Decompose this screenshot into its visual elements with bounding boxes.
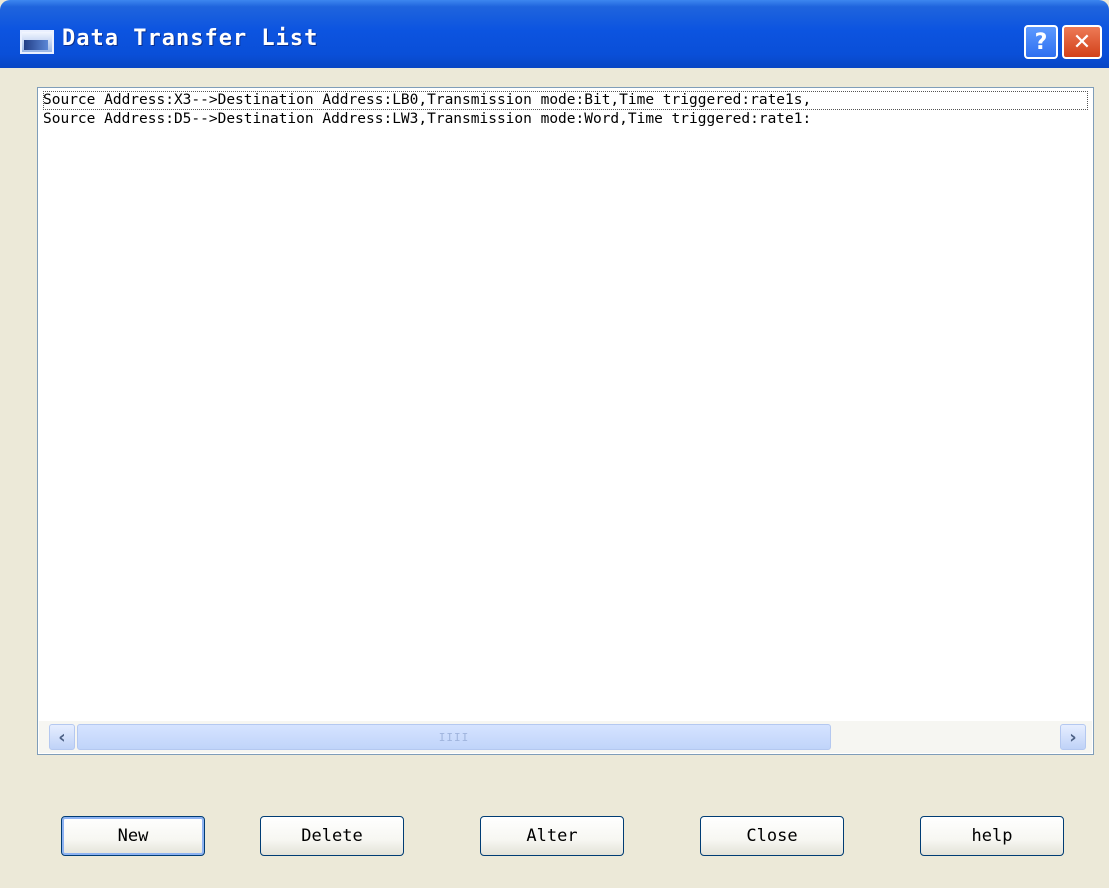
window-title: Data Transfer List <box>62 26 319 51</box>
help-button[interactable]: help <box>920 816 1064 856</box>
scroll-right-button[interactable]: › <box>1060 724 1086 750</box>
scroll-left-button[interactable]: ‹ <box>49 724 75 750</box>
close-title-button[interactable]: ✕ <box>1062 25 1102 59</box>
chevron-right-icon: › <box>1069 726 1077 748</box>
title-bar[interactable]: Data Transfer List ? ✕ <box>0 0 1109 68</box>
help-title-button[interactable]: ? <box>1024 25 1058 59</box>
window-icon <box>20 30 54 54</box>
close-button[interactable]: Close <box>700 816 844 856</box>
grip-icon: IIII <box>438 730 470 744</box>
alter-button[interactable]: Alter <box>480 816 624 856</box>
horizontal-scrollbar[interactable]: ‹ IIII › <box>39 721 1092 753</box>
question-icon: ? <box>1034 29 1048 55</box>
transfer-list[interactable]: Source Address:X3-->Destination Address:… <box>37 87 1094 755</box>
data-transfer-list-dialog: Data Transfer List ? ✕ Source Address:X3… <box>0 0 1109 888</box>
chevron-left-icon: ‹ <box>58 726 66 748</box>
list-item[interactable]: Source Address:X3-->Destination Address:… <box>43 91 1088 110</box>
delete-button[interactable]: Delete <box>260 816 404 856</box>
scrollbar-thumb[interactable]: IIII <box>77 724 831 750</box>
close-icon: ✕ <box>1072 29 1092 55</box>
list-item[interactable]: Source Address:D5-->Destination Address:… <box>43 110 1088 129</box>
new-button[interactable]: New <box>61 816 205 856</box>
